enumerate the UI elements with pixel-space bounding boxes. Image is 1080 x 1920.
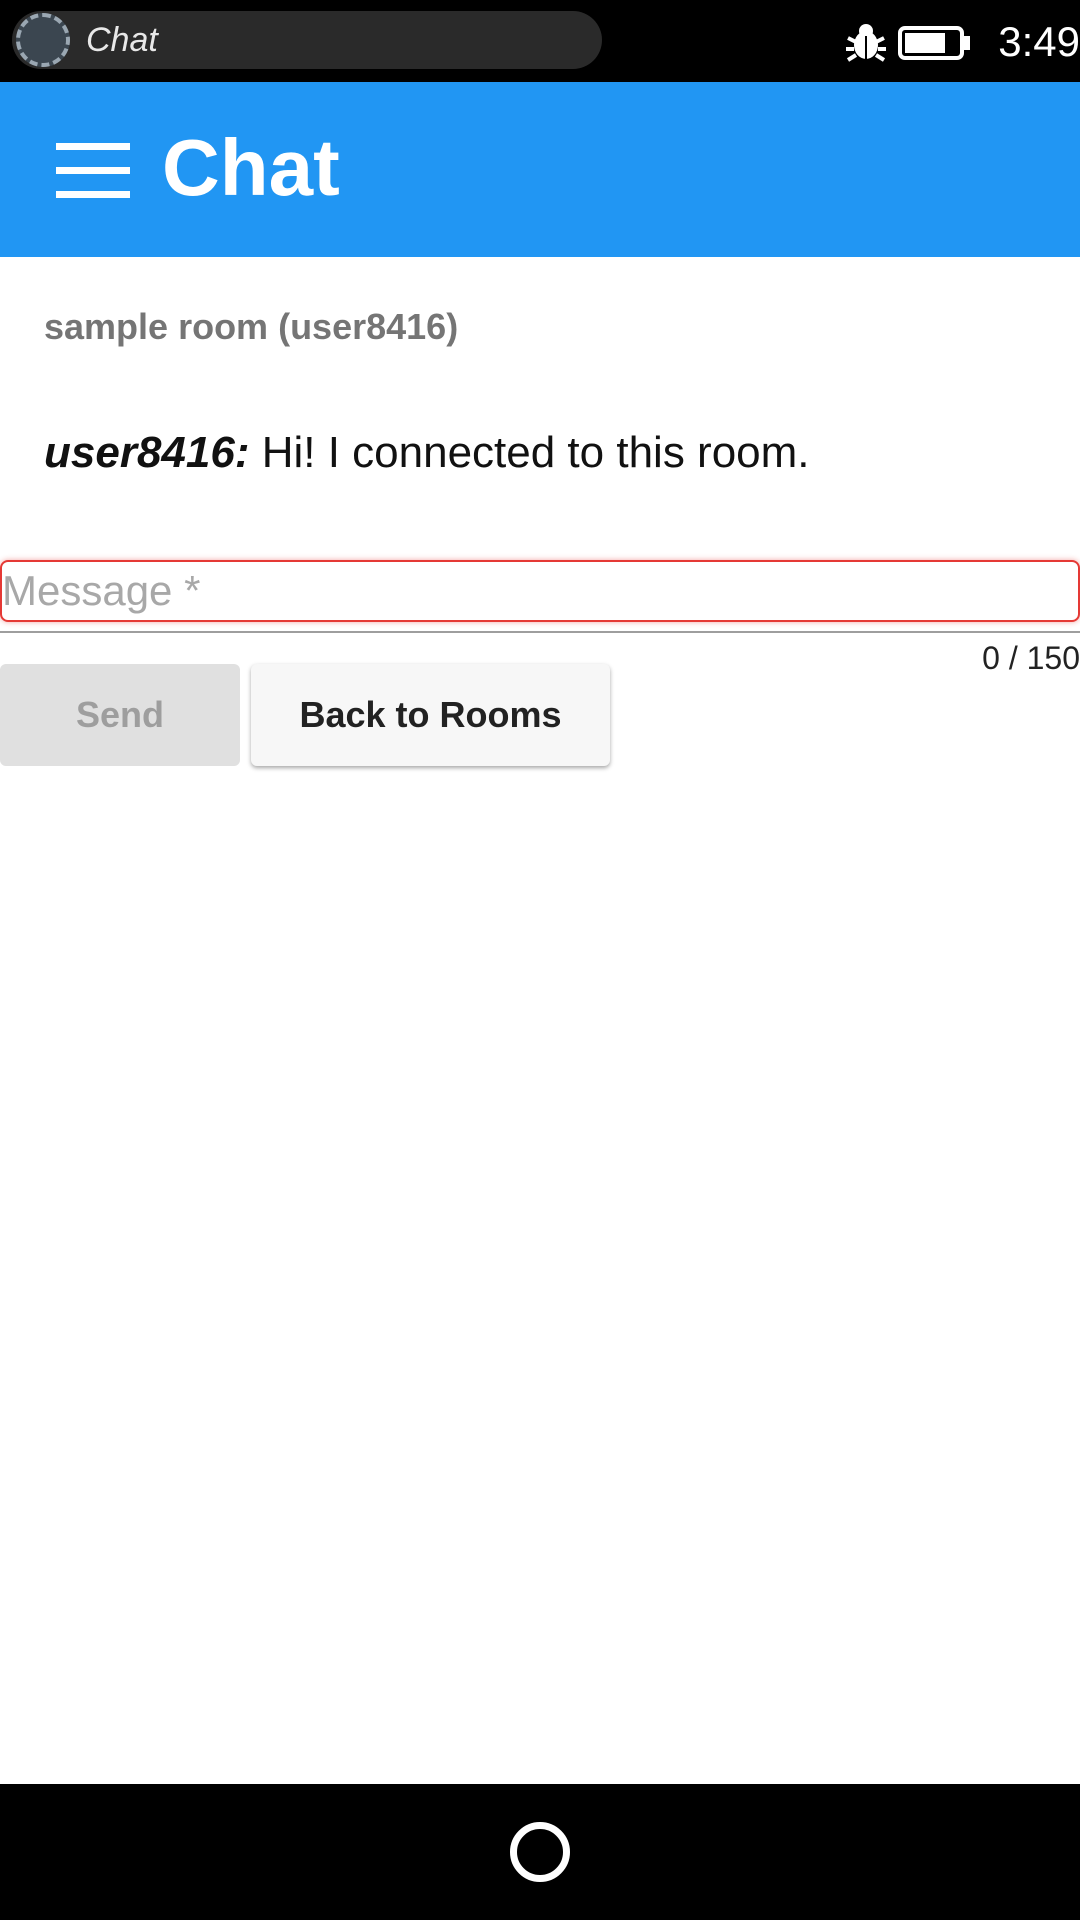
- send-button[interactable]: Send: [0, 664, 240, 766]
- message-author: user8416:: [44, 428, 250, 477]
- message-input[interactable]: [2, 562, 1078, 620]
- battery-icon: [898, 26, 970, 60]
- bug-icon: [846, 24, 886, 62]
- message-text: Hi! I connected to this room.: [249, 428, 810, 477]
- chat-message: user8416: Hi! I connected to this room.: [44, 428, 810, 478]
- room-user: user8416: [290, 306, 447, 347]
- status-bar: Chat 3:49: [0, 0, 1080, 82]
- hamburger-menu-icon[interactable]: [56, 143, 130, 199]
- app-loading-icon: [16, 13, 70, 67]
- input-underline: [0, 631, 1080, 633]
- app-switcher-pill[interactable]: Chat: [12, 11, 602, 69]
- back-to-rooms-button[interactable]: Back to Rooms: [251, 664, 610, 766]
- room-name-suffix: ): [446, 306, 459, 347]
- home-circle-icon[interactable]: [510, 1822, 570, 1882]
- app-bar-title: Chat: [162, 123, 340, 212]
- clock: 3:49: [998, 18, 1080, 65]
- app-bar: Chat: [0, 82, 1080, 257]
- navigation-bar: [0, 1784, 1080, 1920]
- room-header: sample room (user8416): [44, 306, 458, 348]
- message-field: [0, 560, 1080, 622]
- app-pill-title: Chat: [86, 21, 158, 59]
- room-name-prefix: sample room (: [44, 306, 291, 347]
- character-counter: 0 / 150: [982, 640, 1080, 676]
